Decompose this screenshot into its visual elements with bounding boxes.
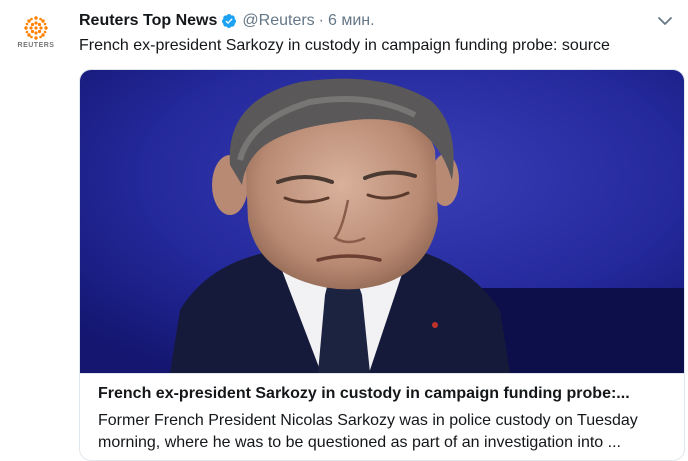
chevron-down-icon[interactable]	[656, 12, 674, 30]
link-card[interactable]: French ex-president Sarkozy in custody i…	[79, 69, 685, 461]
author-handle[interactable]: @Reuters	[242, 12, 314, 30]
reuters-logo-icon	[24, 16, 48, 40]
tweet-header: Reuters Top News @Reuters · 6 мин.	[79, 10, 648, 32]
author-name[interactable]: Reuters Top News	[79, 12, 217, 30]
card-image[interactable]	[80, 70, 684, 373]
avatar[interactable]: REUTERS	[14, 14, 58, 58]
avatar-label: REUTERS	[17, 42, 55, 49]
card-photo	[80, 70, 684, 373]
tweet-timestamp[interactable]: 6 мин.	[328, 12, 375, 30]
separator-dot: ·	[318, 12, 324, 29]
tweet-text: French ex-president Sarkozy in custody i…	[79, 37, 610, 54]
card-title[interactable]: French ex-president Sarkozy in custody i…	[98, 384, 684, 404]
verified-badge-icon	[222, 14, 237, 28]
card-description: Former French President Nicolas Sarkozy …	[98, 412, 638, 451]
card-body[interactable]: French ex-president Sarkozy in custody i…	[80, 373, 684, 460]
